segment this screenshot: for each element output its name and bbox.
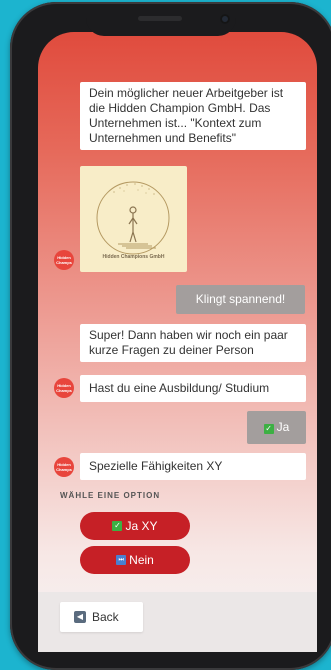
option-label: Ja XY <box>125 519 158 533</box>
speaker-grille <box>138 16 182 21</box>
front-camera <box>220 14 230 24</box>
phone-frame: Dein möglicher neuer Arbeitgeber ist die… <box>10 2 331 670</box>
option-button-ja-xy[interactable]: ✓ Ja XY <box>80 512 190 540</box>
bot-avatar: Hidden Champs <box>54 457 74 477</box>
back-button[interactable]: ◀ Back <box>60 602 143 632</box>
logo-caption: Hidden Champions GmbH <box>102 254 165 260</box>
option-button-nein[interactable]: ⏭ Nein <box>80 546 190 574</box>
next-track-icon: ⏭ <box>116 555 127 565</box>
bot-avatar: Hidden Champs <box>54 378 74 398</box>
bot-avatar: Hidden Champs <box>54 250 74 270</box>
company-logo-image: Hidden Champions GmbH <box>80 166 187 272</box>
bot-message: Hast du eine Ausbildung/ Studium <box>80 375 306 402</box>
chat-footer: ◀ Back <box>38 592 317 652</box>
bot-message: Spezielle Fähigkeiten XY <box>80 453 306 480</box>
option-prompt: WÄHLE EINE OPTION <box>60 491 161 500</box>
back-button-label: Back <box>92 610 119 624</box>
bot-message: Super! Dann haben wir noch ein paar kurz… <box>80 324 306 362</box>
user-message: Klingt spannend! <box>176 285 305 314</box>
back-arrow-icon: ◀ <box>74 611 86 623</box>
user-message-text: Ja <box>276 420 290 434</box>
chat-thread[interactable]: Dein möglicher neuer Arbeitgeber ist die… <box>38 32 317 592</box>
checkmark-icon: ✓ <box>112 521 123 531</box>
chat-screen: Dein möglicher neuer Arbeitgeber ist die… <box>38 32 317 652</box>
bot-message: Dein möglicher neuer Arbeitgeber ist die… <box>80 82 306 150</box>
phone-notch <box>86 6 236 36</box>
option-label: Nein <box>129 553 154 567</box>
checkmark-icon: ✓ <box>263 424 274 434</box>
user-message: ✓ Ja <box>247 411 306 444</box>
